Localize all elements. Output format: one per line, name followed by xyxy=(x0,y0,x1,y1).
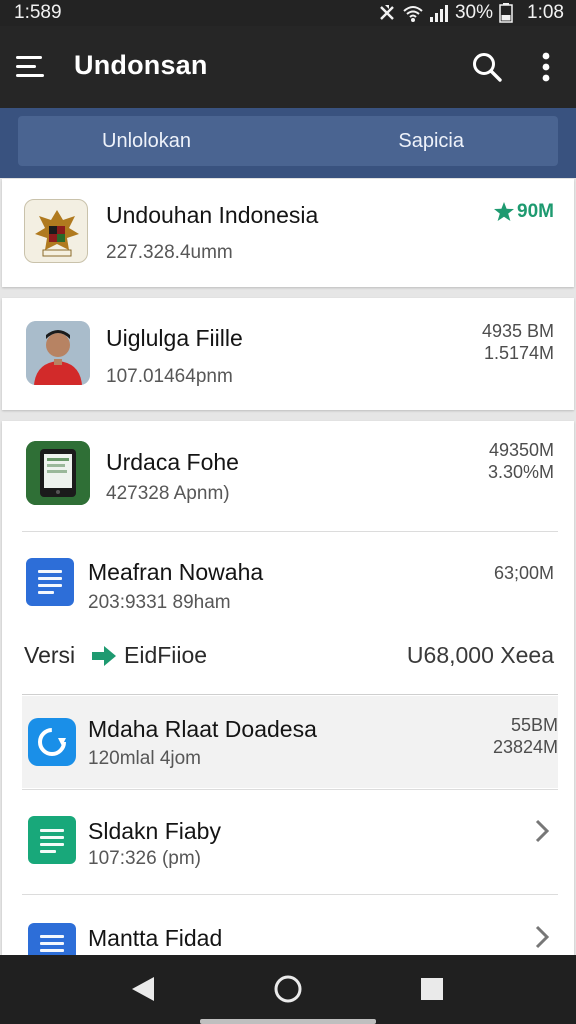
version-file: EidFiioe xyxy=(124,642,208,668)
item-subtitle: 427328 Apnm) xyxy=(106,483,230,504)
profile-photo xyxy=(26,321,90,385)
tab-sapicia[interactable]: Sapicia xyxy=(283,116,558,166)
back-icon[interactable] xyxy=(122,969,166,1009)
item-title: Undouhan Indonesia xyxy=(106,202,319,228)
item-size: 63;00M xyxy=(493,563,554,583)
file-list-card: Urdaca Fohe 427328 Apnm) 49350M 3.30%M M… xyxy=(2,421,574,955)
battery-icon xyxy=(499,3,513,23)
indonesia-emblem-icon xyxy=(24,199,88,263)
recents-icon[interactable] xyxy=(410,969,454,1009)
item-title: Meafran Nowaha xyxy=(88,559,264,585)
page-title: Undonsan xyxy=(74,50,208,80)
list-item[interactable]: Uiglulga Fiille 107.01464pnm 4935 BM 1.5… xyxy=(2,298,574,410)
green-document-icon xyxy=(28,816,76,864)
app-bar: Undonsan xyxy=(0,26,576,108)
item-title: Uiglulga Fiille xyxy=(106,325,243,351)
item-subtitle: 107.01464pnm xyxy=(106,366,233,387)
star-badge-icon xyxy=(494,202,515,221)
item-size: 55BM 23824M xyxy=(492,715,558,757)
item-title: Urdaca Fohe xyxy=(106,449,239,475)
file-card: Undouhan Indonesia 227.328.4umm 90M xyxy=(2,179,574,287)
status-icons: 30% 1:08 xyxy=(377,2,564,24)
list-item[interactable]: Undouhan Indonesia 227.328.4umm 90M xyxy=(2,179,574,287)
green-arrow-icon xyxy=(92,646,116,666)
list-item[interactable]: Meafran Nowaha 203:9331 89ham 63;00M xyxy=(2,532,574,632)
item-title: Sldakn Fiaby xyxy=(88,818,221,844)
item-subtitle: 120mlal 4jom xyxy=(88,748,201,769)
item-size: 90M xyxy=(493,201,554,223)
version-label: Versi xyxy=(24,642,76,668)
version-value: U68,000 Xeea xyxy=(406,642,554,668)
chevron-right-icon[interactable] xyxy=(532,924,552,950)
search-icon[interactable] xyxy=(470,50,504,84)
navigation-bar xyxy=(0,955,576,1024)
tab-strip: Unlolokan Sapicia xyxy=(0,108,576,178)
more-vert-icon[interactable] xyxy=(532,48,560,86)
status-time-right: 1:08 xyxy=(527,2,564,23)
refresh-icon xyxy=(28,718,76,766)
version-row[interactable]: Versi EidFiioe U68,000 Xeea xyxy=(2,633,574,693)
divider xyxy=(22,694,558,695)
item-subtitle: 203:9331 89ham xyxy=(88,592,231,613)
blue-document-icon xyxy=(28,923,76,955)
status-time-left: 1:589 xyxy=(14,2,62,23)
list-item[interactable]: Mdaha Rlaat Doadesa 120mlal 4jom 55BM 23… xyxy=(22,696,558,788)
tabs: Unlolokan Sapicia xyxy=(18,116,558,166)
item-size: 49350M 3.30%M xyxy=(487,440,554,482)
menu-icon[interactable] xyxy=(14,52,48,82)
item-subtitle: 107:326 (pm) xyxy=(88,848,202,869)
list-item[interactable]: Sldakn Fiaby 107:326 (pm) xyxy=(2,790,574,894)
item-size: 4935 BM 1.5174M xyxy=(481,321,554,363)
blue-document-icon xyxy=(26,558,74,606)
home-icon[interactable] xyxy=(266,969,310,1009)
file-card: Uiglulga Fiille 107.01464pnm 4935 BM 1.5… xyxy=(2,298,574,410)
chevron-right-icon[interactable] xyxy=(532,818,552,844)
item-title: Mantta Fidad xyxy=(88,925,223,951)
item-title: Mdaha Rlaat Doadesa xyxy=(88,716,317,742)
status-bar: 1:589 30% 1:08 xyxy=(0,0,576,26)
item-subtitle: 227.328.4umm xyxy=(106,242,233,263)
no-sim-icon xyxy=(380,5,394,20)
battery-percent: 30% xyxy=(454,2,494,23)
tablet-app-icon xyxy=(26,441,90,505)
list-item[interactable]: Urdaca Fohe 427328 Apnm) 49350M 3.30%M xyxy=(2,421,574,531)
list-item[interactable]: Mantta Fidad xyxy=(2,895,574,955)
tab-unlolokan[interactable]: Unlolokan xyxy=(18,116,283,166)
wifi-icon xyxy=(403,6,423,22)
signal-icon xyxy=(429,5,448,22)
gesture-handle xyxy=(200,1019,376,1024)
